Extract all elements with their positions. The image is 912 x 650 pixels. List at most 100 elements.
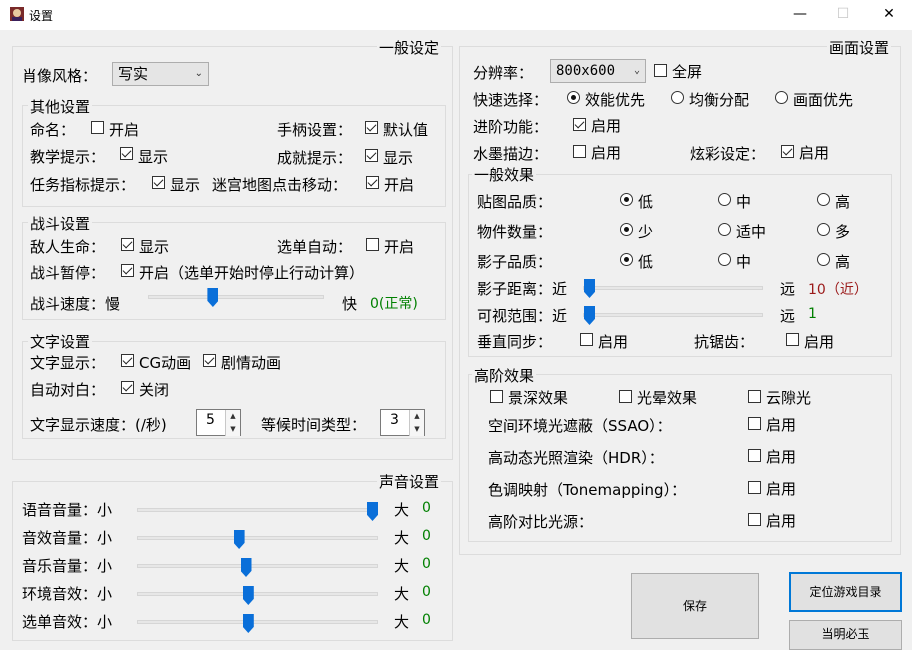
resolution-value: 800x600 [556, 63, 616, 79]
ambient-volume-track[interactable] [137, 592, 378, 596]
objects-mid-option: 适中 [736, 223, 767, 241]
ambient-volume-label: 环境音效：小 [22, 585, 113, 603]
texture-low-radio[interactable] [620, 193, 633, 206]
objects-few-radio[interactable] [620, 223, 633, 236]
maximize-button[interactable]: ☐ [820, 0, 866, 30]
auto-dialog-option: 关闭 [139, 381, 170, 399]
texture-mid-radio[interactable] [718, 193, 731, 206]
contrast-light-option: 启用 [766, 512, 797, 530]
quick-balanced-radio[interactable] [671, 91, 684, 104]
general-effects-title: 一般效果 [472, 164, 537, 185]
maze-move-option: 开启 [384, 176, 415, 194]
locate-game-dir-button[interactable]: 定位游戏目录 [789, 572, 902, 612]
achievement-checkbox[interactable] [365, 149, 378, 162]
story-animation-checkbox[interactable] [203, 354, 216, 367]
music-volume-track[interactable] [137, 564, 378, 568]
ambient-volume-value: 0 [422, 584, 431, 600]
achievement-option: 显示 [383, 149, 414, 167]
spin-down-icon[interactable]: ▼ [409, 423, 424, 436]
antialias-checkbox[interactable] [786, 333, 799, 346]
spin-up-icon[interactable]: ▲ [409, 410, 424, 424]
sfx-volume-track[interactable] [137, 536, 378, 540]
battle-speed-fast-label: 快 [342, 295, 358, 313]
auto-select-label: 选单自动： [277, 238, 353, 256]
menu-volume-track[interactable] [137, 620, 378, 624]
close-button[interactable]: ✕ [866, 0, 912, 30]
text-speed-label: 文字显示速度：(/秒) [30, 416, 167, 434]
advanced-checkbox[interactable] [573, 118, 586, 131]
hdr-label: 高动态光照渲染（HDR）： [488, 449, 664, 467]
view-range-track[interactable] [583, 313, 763, 317]
tutorial-checkbox[interactable] [120, 147, 133, 160]
contrast-light-checkbox[interactable] [748, 513, 761, 526]
hdr-checkbox[interactable] [748, 449, 761, 462]
shadow-high-radio[interactable] [817, 253, 830, 266]
high-effects-title: 高阶效果 [472, 365, 537, 386]
task-hint-checkbox[interactable] [152, 176, 165, 189]
spin-down-icon[interactable]: ▼ [225, 423, 240, 436]
portrait-style-value: 写实 [118, 65, 149, 83]
shadow-quality-label: 影子品质： [477, 253, 553, 271]
naming-option: 开启 [109, 121, 140, 139]
bloom-checkbox[interactable] [619, 390, 632, 403]
antialias-label: 抗锯齿： [694, 333, 755, 351]
shadow-mid-radio[interactable] [718, 253, 731, 266]
auto-dialog-checkbox[interactable] [121, 381, 134, 394]
spin-up-icon[interactable]: ▲ [225, 410, 240, 424]
gamepad-label: 手柄设置： [277, 121, 353, 139]
quick-quality-radio[interactable] [775, 91, 788, 104]
text-speed-spinner[interactable]: 5 ▲ ▼ [196, 409, 241, 436]
naming-label: 命名： [30, 121, 76, 139]
music-volume-label: 音乐音量：小 [22, 557, 113, 575]
quick-performance-radio[interactable] [567, 91, 580, 104]
sound-settings-title: 声音设置 [377, 471, 442, 492]
texture-high-option: 高 [835, 193, 851, 211]
texture-high-radio[interactable] [817, 193, 830, 206]
godray-checkbox[interactable] [748, 390, 761, 403]
gamepad-checkbox[interactable] [365, 121, 378, 134]
portrait-style-label: 肖像风格： [22, 67, 98, 85]
shadow-low-radio[interactable] [620, 253, 633, 266]
fullscreen-checkbox[interactable] [654, 64, 667, 77]
minimize-button[interactable]: — [777, 0, 823, 30]
wait-type-value: 3 [390, 412, 399, 428]
ssao-checkbox[interactable] [748, 417, 761, 430]
objects-mid-radio[interactable] [718, 223, 731, 236]
objects-many-radio[interactable] [817, 223, 830, 236]
color-setting-checkbox[interactable] [781, 145, 794, 158]
bottom-button[interactable]: 当明必玉 [789, 620, 902, 650]
ink-outline-checkbox[interactable] [573, 145, 586, 158]
battle-speed-slider-track[interactable] [148, 295, 324, 299]
naming-checkbox[interactable] [91, 121, 104, 134]
hdr-option: 启用 [766, 448, 797, 466]
resolution-label: 分辨率： [473, 64, 534, 82]
battle-speed-label: 战斗速度：慢 [30, 295, 121, 313]
tonemapping-checkbox[interactable] [748, 481, 761, 494]
tonemapping-option: 启用 [766, 480, 797, 498]
save-button[interactable]: 保存 [631, 573, 759, 639]
vsync-checkbox[interactable] [580, 333, 593, 346]
resolution-select[interactable]: 800x600 ⌄ [550, 59, 646, 83]
battle-pause-checkbox[interactable] [121, 264, 134, 277]
cg-animation-checkbox[interactable] [121, 354, 134, 367]
view-range-value: 1 [808, 306, 817, 322]
enemy-hp-checkbox[interactable] [121, 238, 134, 251]
story-animation-option: 剧情动画 [221, 354, 282, 372]
maze-move-checkbox[interactable] [366, 176, 379, 189]
battle-pause-label: 战斗暂停： [30, 264, 106, 282]
wait-type-label: 等候时间类型： [261, 416, 367, 434]
dof-checkbox[interactable] [490, 390, 503, 403]
portrait-style-select[interactable]: 写实 ⌄ [112, 62, 209, 86]
quick-performance-option: 效能优先 [585, 91, 646, 109]
auto-select-checkbox[interactable] [366, 238, 379, 251]
objects-few-option: 少 [638, 223, 654, 241]
tutorial-label: 教学提示： [30, 148, 106, 166]
voice-volume-track[interactable] [137, 508, 378, 512]
shadow-distance-track[interactable] [583, 286, 763, 290]
window-title: 设置 [29, 9, 54, 23]
sfx-volume-max: 大 [394, 529, 410, 547]
text-settings-title: 文字设置 [28, 331, 93, 352]
wait-type-spinner[interactable]: 3 ▲ ▼ [380, 409, 425, 436]
music-volume-value: 0 [422, 556, 431, 572]
ink-outline-label: 水墨描边： [473, 145, 549, 163]
